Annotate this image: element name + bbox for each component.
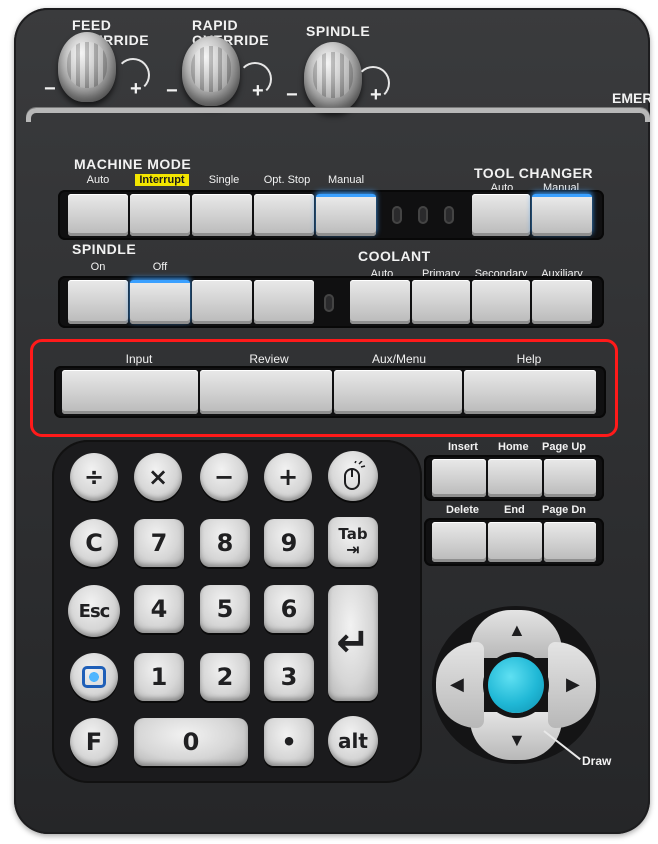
spindle-button-3[interactable] (192, 280, 252, 324)
home-label: Home (498, 441, 529, 453)
mode-manual-label: Manual (327, 174, 365, 186)
key-8[interactable]: 8 (200, 519, 250, 567)
tool-manual-button[interactable] (532, 194, 592, 236)
mode-single-label: Single (208, 174, 240, 186)
key-1[interactable]: 1 (134, 653, 184, 701)
indicator-light-icon (444, 206, 454, 224)
spindle-off-button[interactable] (130, 280, 190, 324)
home-button[interactable] (488, 459, 542, 497)
spindle-minus-label: − (286, 84, 298, 106)
emergency-label: EMERG (612, 90, 650, 106)
alt-button[interactable]: alt (328, 716, 378, 766)
indicator-light-icon (392, 206, 402, 224)
indicator-light-icon (418, 206, 428, 224)
enter-button[interactable]: ↵ (328, 585, 378, 701)
mode-auto-button[interactable] (68, 194, 128, 236)
plus-button[interactable]: + (264, 453, 312, 501)
mode-interrupt-button[interactable] (130, 194, 190, 236)
coolant-auxiliary-button[interactable] (532, 280, 592, 324)
delete-button[interactable] (432, 522, 486, 562)
draw-label: Draw (582, 754, 612, 768)
key-7[interactable]: 7 (134, 519, 184, 567)
key-4[interactable]: 4 (134, 585, 184, 633)
spindle-override-label: SPINDLE (306, 23, 371, 39)
divide-button[interactable]: ÷ (70, 453, 118, 501)
function-button[interactable]: F (70, 718, 118, 766)
mode-single-button[interactable] (192, 194, 252, 236)
rapid-arc-icon (238, 62, 272, 96)
coolant-auto-button[interactable] (350, 280, 410, 324)
control-panel: FEED OVERRIDE − + RAPID OVERRIDE − + SPI… (14, 8, 650, 834)
coolant-primary-button[interactable] (412, 280, 470, 324)
tool-auto-button[interactable] (472, 194, 530, 236)
page-up-label: Page Up (542, 441, 587, 453)
insert-button[interactable] (432, 459, 486, 497)
page-up-button[interactable] (544, 459, 596, 497)
escape-button[interactable]: Esc (68, 585, 120, 637)
direction-pad: ▲ ▼ ◀ ▶ (432, 606, 600, 764)
feed-override-knob[interactable] (58, 32, 116, 102)
decimal-button[interactable]: • (264, 718, 314, 766)
spindle-off-label: Off (152, 261, 168, 273)
key-2[interactable]: 2 (200, 653, 250, 701)
down-arrow-icon: ▼ (508, 730, 526, 750)
screen-toggle-button[interactable] (70, 653, 118, 701)
key-3[interactable]: 3 (264, 653, 314, 701)
mouse-button[interactable] (328, 451, 378, 501)
tool-changer-title: TOOL CHANGER (474, 165, 594, 181)
delete-label: Delete (446, 504, 480, 516)
spindle-on-label: On (90, 261, 106, 273)
coolant-title: COOLANT (358, 248, 431, 264)
tab-arrow-icon: ⇥ (346, 540, 360, 559)
page-down-button[interactable] (544, 522, 596, 562)
highlight-box (30, 339, 618, 437)
indicator-light-icon (324, 294, 334, 312)
tab-button[interactable]: Tab ⇥ (328, 517, 378, 567)
screen-toggle-icon (82, 666, 106, 688)
spindle-on-button[interactable] (68, 280, 128, 324)
page-down-label: Page Dn (542, 504, 587, 516)
mode-manual-button[interactable] (316, 194, 376, 236)
key-9[interactable]: 9 (264, 519, 314, 567)
coolant-secondary-button[interactable] (472, 280, 530, 324)
feed-arc-icon (116, 58, 150, 92)
mode-optstop-label: Opt. Stop (263, 174, 311, 186)
right-arrow-icon: ▶ (566, 674, 580, 694)
end-button[interactable] (488, 522, 542, 562)
key-0[interactable]: 0 (134, 718, 248, 766)
spindle-arc-icon (356, 66, 390, 100)
dpad-center-button[interactable] (488, 657, 544, 713)
end-label: End (504, 504, 525, 516)
clear-button[interactable]: C (70, 519, 118, 567)
rapid-override-knob[interactable] (182, 36, 240, 106)
mouse-icon (344, 461, 366, 490)
insert-label: Insert (448, 441, 478, 453)
spindle-override-knob[interactable] (304, 42, 362, 112)
spindle-title: SPINDLE (72, 241, 137, 257)
rapid-minus-label: − (166, 80, 178, 102)
left-arrow-icon: ◀ (450, 674, 464, 694)
up-arrow-icon: ▲ (508, 620, 526, 640)
mode-optstop-button[interactable] (254, 194, 314, 236)
minus-button[interactable]: − (200, 453, 248, 501)
mode-interrupt-label: Interrupt (132, 174, 192, 186)
feed-minus-label: − (44, 78, 56, 100)
key-6[interactable]: 6 (264, 585, 314, 633)
multiply-button[interactable]: × (134, 453, 182, 501)
handle-bar (26, 108, 650, 122)
machine-mode-title: MACHINE MODE (74, 156, 192, 172)
mode-auto-label: Auto (86, 174, 110, 186)
spindle-button-4[interactable] (254, 280, 314, 324)
key-5[interactable]: 5 (200, 585, 250, 633)
